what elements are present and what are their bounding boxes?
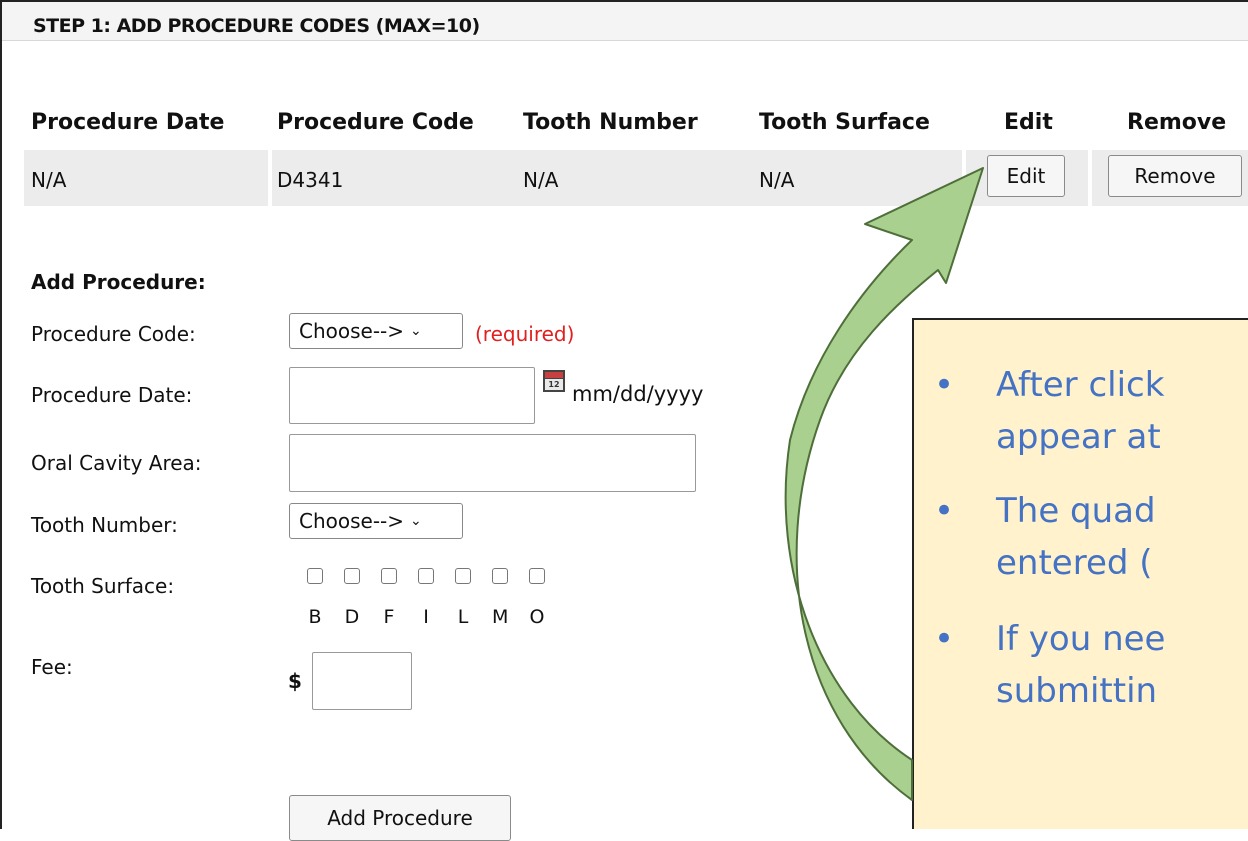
curved-arrow-icon <box>784 167 984 801</box>
